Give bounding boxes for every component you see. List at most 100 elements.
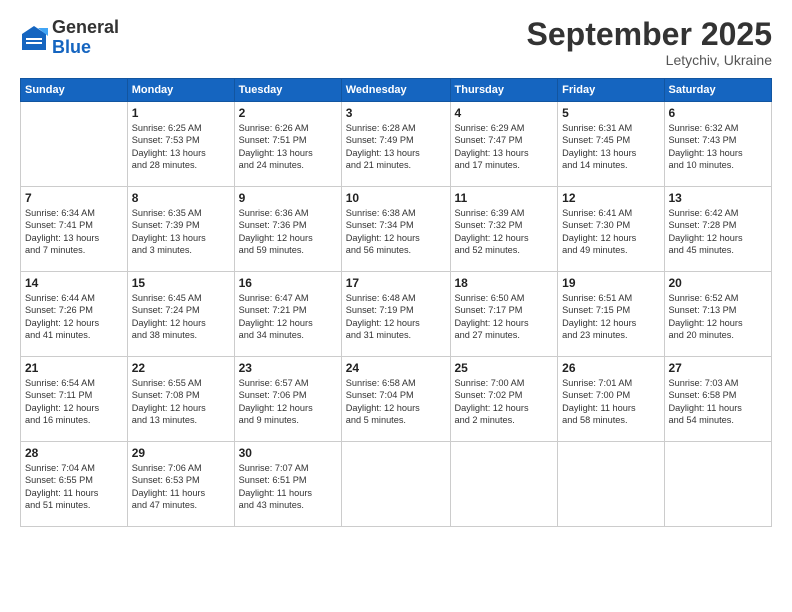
table-row: 4 Sunrise: 6:29 AMSunset: 7:47 PMDaylight…	[450, 102, 558, 187]
table-row: 30Sunrise: 7:07 AMSunset: 6:51 PMDayligh…	[234, 442, 341, 527]
day-info: Sunrise: 6:51 AMSunset: 7:15 PMDaylight:…	[562, 292, 659, 342]
day-number: 19	[562, 276, 659, 290]
table-row: 12 Sunrise: 6:41 AMSunset: 7:30 PMDayligh…	[558, 187, 664, 272]
day-info: Sunrise: 6:50 AMSunset: 7:17 PMDaylight:…	[455, 292, 554, 342]
logo-general-text: General	[52, 17, 119, 37]
day-info: Sunrise: 6:29 AMSunset: 7:47 PMDaylight:…	[455, 122, 554, 172]
day-number: 16	[239, 276, 337, 290]
month-title: September 2025	[527, 18, 772, 50]
title-block: September 2025 Letychiv, Ukraine	[527, 18, 772, 68]
table-row: 10 Sunrise: 6:38 AMSunset: 7:34 PMDayligh…	[341, 187, 450, 272]
day-number: 24	[346, 361, 446, 375]
header-sunday: Sunday	[21, 79, 128, 102]
table-row: 18Sunrise: 6:50 AMSunset: 7:17 PMDayligh…	[450, 272, 558, 357]
logo-icon	[20, 24, 48, 52]
day-info: Sunrise: 6:44 AMSunset: 7:26 PMDaylight:…	[25, 292, 123, 342]
header: General Blue September 2025 Letychiv, Uk…	[20, 18, 772, 68]
logo-text: General Blue	[52, 18, 119, 58]
day-info: Sunrise: 6:41 AMSunset: 7:30 PMDaylight:…	[562, 207, 659, 257]
calendar-table: Sunday Monday Tuesday Wednesday Thursday…	[20, 78, 772, 527]
day-info: Sunrise: 6:36 AMSunset: 7:36 PMDaylight:…	[239, 207, 337, 257]
table-row: 22 Sunrise: 6:55 AMSunset: 7:08 PMDayligh…	[127, 357, 234, 442]
logo: General Blue	[20, 18, 119, 58]
day-number: 8	[132, 191, 230, 205]
calendar-week-row: 28 Sunrise: 7:04 AMSunset: 6:55 PMDayligh…	[21, 442, 772, 527]
day-number: 25	[455, 361, 554, 375]
day-number: 3	[346, 106, 446, 120]
day-number: 13	[669, 191, 768, 205]
day-number: 27	[669, 361, 768, 375]
calendar-header-row: Sunday Monday Tuesday Wednesday Thursday…	[21, 79, 772, 102]
day-info: Sunrise: 6:34 AMSunset: 7:41 PMDaylight:…	[25, 207, 123, 257]
table-row: 20Sunrise: 6:52 AMSunset: 7:13 PMDayligh…	[664, 272, 772, 357]
day-number: 21	[25, 361, 123, 375]
table-row: 8 Sunrise: 6:35 AMSunset: 7:39 PMDaylight…	[127, 187, 234, 272]
day-number: 17	[346, 276, 446, 290]
day-info: Sunrise: 6:58 AMSunset: 7:04 PMDaylight:…	[346, 377, 446, 427]
day-number: 14	[25, 276, 123, 290]
day-info: Sunrise: 6:52 AMSunset: 7:13 PMDaylight:…	[669, 292, 768, 342]
day-number: 30	[239, 446, 337, 460]
calendar-week-row: 14 Sunrise: 6:44 AMSunset: 7:26 PMDayligh…	[21, 272, 772, 357]
calendar-week-row: 1 Sunrise: 6:25 AMSunset: 7:53 PMDaylight…	[21, 102, 772, 187]
day-info: Sunrise: 6:38 AMSunset: 7:34 PMDaylight:…	[346, 207, 446, 257]
day-number: 23	[239, 361, 337, 375]
day-info: Sunrise: 7:00 AMSunset: 7:02 PMDaylight:…	[455, 377, 554, 427]
table-row	[664, 442, 772, 527]
table-row: 16 Sunrise: 6:47 AMSunset: 7:21 PMDayligh…	[234, 272, 341, 357]
table-row: 21Sunrise: 6:54 AMSunset: 7:11 PMDayligh…	[21, 357, 128, 442]
table-row	[21, 102, 128, 187]
day-number: 10	[346, 191, 446, 205]
day-info: Sunrise: 6:47 AMSunset: 7:21 PMDaylight:…	[239, 292, 337, 342]
table-row: 15Sunrise: 6:45 AMSunset: 7:24 PMDayligh…	[127, 272, 234, 357]
day-number: 6	[669, 106, 768, 120]
table-row: 2Sunrise: 6:26 AMSunset: 7:51 PMDaylight…	[234, 102, 341, 187]
header-wednesday: Wednesday	[341, 79, 450, 102]
day-info: Sunrise: 6:35 AMSunset: 7:39 PMDaylight:…	[132, 207, 230, 257]
location-subtitle: Letychiv, Ukraine	[527, 52, 772, 68]
header-saturday: Saturday	[664, 79, 772, 102]
table-row: 14 Sunrise: 6:44 AMSunset: 7:26 PMDayligh…	[21, 272, 128, 357]
day-number: 5	[562, 106, 659, 120]
day-info: Sunrise: 6:39 AMSunset: 7:32 PMDaylight:…	[455, 207, 554, 257]
table-row: 5 Sunrise: 6:31 AMSunset: 7:45 PMDaylight…	[558, 102, 664, 187]
day-info: Sunrise: 6:48 AMSunset: 7:19 PMDaylight:…	[346, 292, 446, 342]
day-info: Sunrise: 7:03 AMSunset: 6:58 PMDaylight:…	[669, 377, 768, 427]
day-info: Sunrise: 6:45 AMSunset: 7:24 PMDaylight:…	[132, 292, 230, 342]
day-info: Sunrise: 6:55 AMSunset: 7:08 PMDaylight:…	[132, 377, 230, 427]
calendar-week-row: 21Sunrise: 6:54 AMSunset: 7:11 PMDayligh…	[21, 357, 772, 442]
day-number: 28	[25, 446, 123, 460]
day-info: Sunrise: 6:31 AMSunset: 7:45 PMDaylight:…	[562, 122, 659, 172]
day-info: Sunrise: 6:25 AMSunset: 7:53 PMDaylight:…	[132, 122, 230, 172]
day-info: Sunrise: 6:28 AMSunset: 7:49 PMDaylight:…	[346, 122, 446, 172]
table-row: 13Sunrise: 6:42 AMSunset: 7:28 PMDayligh…	[664, 187, 772, 272]
day-info: Sunrise: 7:06 AMSunset: 6:53 PMDaylight:…	[132, 462, 230, 512]
day-number: 22	[132, 361, 230, 375]
day-number: 12	[562, 191, 659, 205]
table-row	[450, 442, 558, 527]
day-number: 26	[562, 361, 659, 375]
table-row: 11 Sunrise: 6:39 AMSunset: 7:32 PMDayligh…	[450, 187, 558, 272]
table-row	[558, 442, 664, 527]
header-monday: Monday	[127, 79, 234, 102]
table-row: 7 Sunrise: 6:34 AMSunset: 7:41 PMDaylight…	[21, 187, 128, 272]
table-row: 27 Sunrise: 7:03 AMSunset: 6:58 PMDayligh…	[664, 357, 772, 442]
day-number: 11	[455, 191, 554, 205]
table-row: 24 Sunrise: 6:58 AMSunset: 7:04 PMDayligh…	[341, 357, 450, 442]
day-number: 1	[132, 106, 230, 120]
table-row: 28 Sunrise: 7:04 AMSunset: 6:55 PMDayligh…	[21, 442, 128, 527]
day-info: Sunrise: 6:57 AMSunset: 7:06 PMDaylight:…	[239, 377, 337, 427]
day-number: 4	[455, 106, 554, 120]
header-tuesday: Tuesday	[234, 79, 341, 102]
table-row: 19 Sunrise: 6:51 AMSunset: 7:15 PMDayligh…	[558, 272, 664, 357]
header-friday: Friday	[558, 79, 664, 102]
day-number: 7	[25, 191, 123, 205]
day-info: Sunrise: 6:32 AMSunset: 7:43 PMDaylight:…	[669, 122, 768, 172]
table-row: 17 Sunrise: 6:48 AMSunset: 7:19 PMDayligh…	[341, 272, 450, 357]
table-row: 1 Sunrise: 6:25 AMSunset: 7:53 PMDaylight…	[127, 102, 234, 187]
day-info: Sunrise: 7:04 AMSunset: 6:55 PMDaylight:…	[25, 462, 123, 512]
table-row: 3 Sunrise: 6:28 AMSunset: 7:49 PMDaylight…	[341, 102, 450, 187]
table-row: 29Sunrise: 7:06 AMSunset: 6:53 PMDayligh…	[127, 442, 234, 527]
day-info: Sunrise: 6:26 AMSunset: 7:51 PMDaylight:…	[239, 122, 337, 172]
table-row: 9Sunrise: 6:36 AMSunset: 7:36 PMDaylight…	[234, 187, 341, 272]
